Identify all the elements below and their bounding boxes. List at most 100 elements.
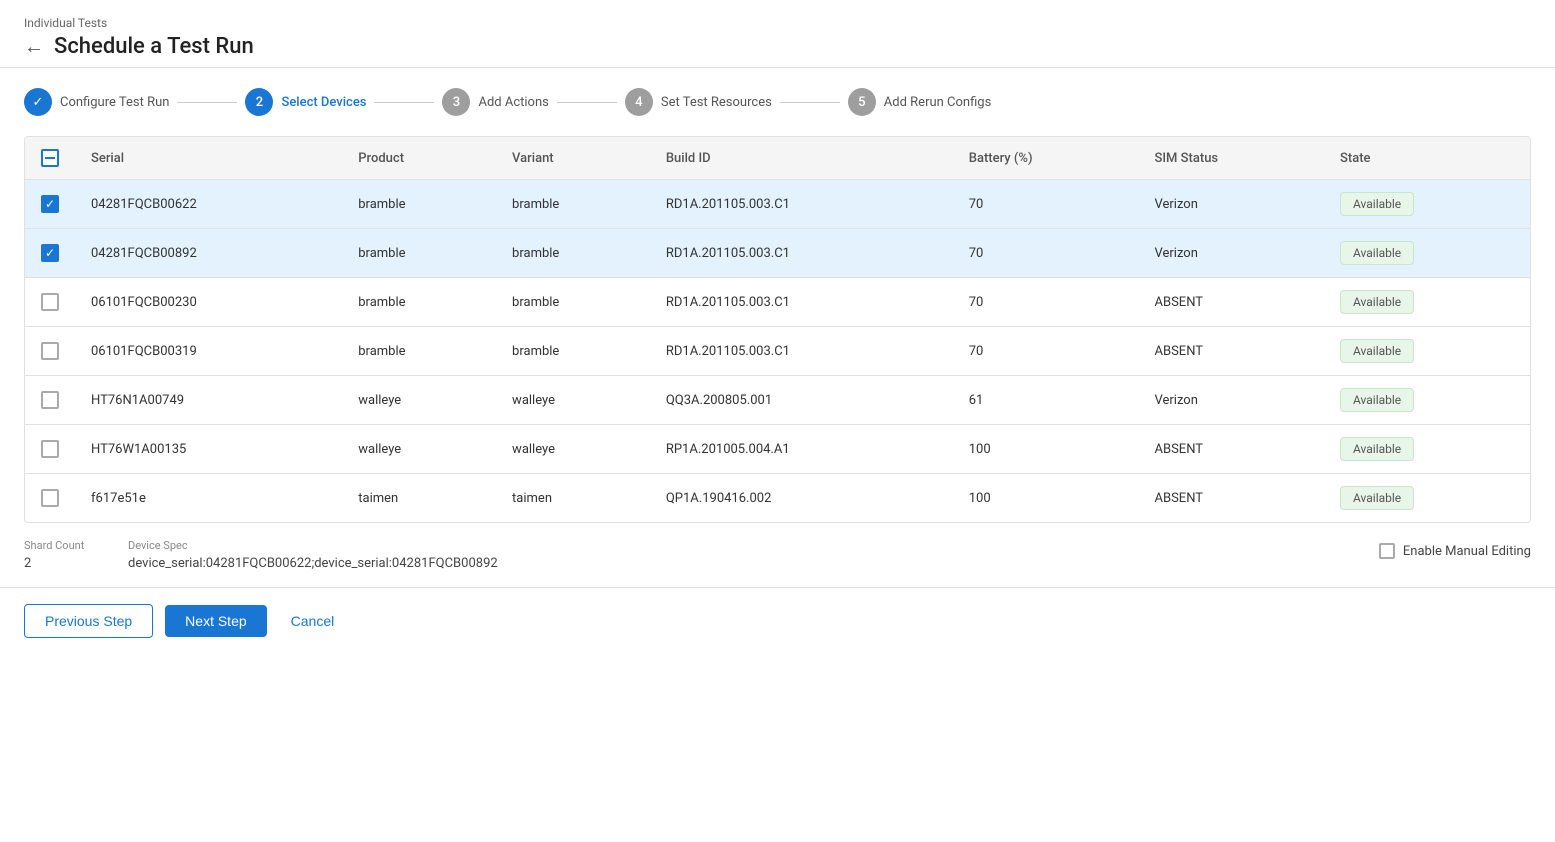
cell-1: bramble bbox=[342, 278, 496, 327]
devices-table-container: Serial Product Variant Build ID Battery … bbox=[24, 136, 1531, 523]
cell-4: 70 bbox=[953, 327, 1139, 376]
step-circle-5: 5 bbox=[848, 88, 876, 116]
cell-state: Available bbox=[1324, 278, 1530, 327]
table-row: 06101FQCB00319bramblebrambleRD1A.201105.… bbox=[25, 327, 1530, 376]
cell-4: 70 bbox=[953, 278, 1139, 327]
actions-bar: Previous Step Next Step Cancel bbox=[0, 587, 1555, 654]
cell-3: RD1A.201105.003.C1 bbox=[650, 229, 953, 278]
cell-state: Available bbox=[1324, 474, 1530, 523]
page-title: Schedule a Test Run bbox=[54, 34, 254, 59]
next-step-button[interactable]: Next Step bbox=[165, 605, 266, 637]
step-circle-1: ✓ bbox=[24, 88, 52, 116]
cell-2: bramble bbox=[496, 180, 650, 229]
enable-manual-editing-checkbox[interactable] bbox=[1379, 543, 1395, 559]
cell-2: walleye bbox=[496, 425, 650, 474]
cell-2: walleye bbox=[496, 376, 650, 425]
col-sim-status: SIM Status bbox=[1139, 137, 1325, 180]
device-spec-block: Device Spec device_serial:04281FQCB00622… bbox=[128, 539, 1531, 571]
cell-4: 70 bbox=[953, 229, 1139, 278]
enable-manual-editing-block[interactable]: Enable Manual Editing bbox=[1379, 543, 1531, 559]
cell-0: HT76N1A00749 bbox=[75, 376, 342, 425]
cell-5: ABSENT bbox=[1139, 474, 1325, 523]
table-row: 04281FQCB00622bramblebrambleRD1A.201105.… bbox=[25, 180, 1530, 229]
step-3: 3Add Actions bbox=[442, 88, 548, 116]
cell-0: f617e51e bbox=[75, 474, 342, 523]
cancel-button[interactable]: Cancel bbox=[279, 605, 347, 637]
state-badge: Available bbox=[1340, 437, 1414, 461]
shard-count-block: Shard Count 2 bbox=[24, 539, 104, 571]
cell-2: bramble bbox=[496, 327, 650, 376]
cell-2: bramble bbox=[496, 278, 650, 327]
cell-2: bramble bbox=[496, 229, 650, 278]
cell-state: Available bbox=[1324, 327, 1530, 376]
cell-3: RP1A.201005.004.A1 bbox=[650, 425, 953, 474]
cell-5: ABSENT bbox=[1139, 278, 1325, 327]
devices-table: Serial Product Variant Build ID Battery … bbox=[25, 137, 1530, 522]
col-variant: Variant bbox=[496, 137, 650, 180]
stepper: ✓Configure Test Run2Select Devices3Add A… bbox=[0, 68, 1555, 136]
cell-4: 70 bbox=[953, 180, 1139, 229]
table-header-row: Serial Product Variant Build ID Battery … bbox=[25, 137, 1530, 180]
cell-0: HT76W1A00135 bbox=[75, 425, 342, 474]
row-checkbox-3[interactable] bbox=[41, 342, 59, 360]
cell-5: Verizon bbox=[1139, 180, 1325, 229]
table-row: HT76W1A00135walleyewalleyeRP1A.201005.00… bbox=[25, 425, 1530, 474]
row-checkbox-0[interactable] bbox=[41, 195, 59, 213]
step-label-2: Select Devices bbox=[281, 95, 366, 110]
step-label-1: Configure Test Run bbox=[60, 95, 169, 110]
step-circle-3: 3 bbox=[442, 88, 470, 116]
device-spec-label: Device Spec bbox=[128, 539, 1531, 552]
cell-3: RD1A.201105.003.C1 bbox=[650, 180, 953, 229]
col-serial: Serial bbox=[75, 137, 342, 180]
cell-0: 06101FQCB00230 bbox=[75, 278, 342, 327]
back-button[interactable]: ← bbox=[24, 34, 44, 59]
table-row: 06101FQCB00230bramblebrambleRD1A.201105.… bbox=[25, 278, 1530, 327]
cell-state: Available bbox=[1324, 229, 1530, 278]
step-connector-2 bbox=[374, 102, 434, 103]
col-build-id: Build ID bbox=[650, 137, 953, 180]
row-checkbox-4[interactable] bbox=[41, 391, 59, 409]
cell-3: QP1A.190416.002 bbox=[650, 474, 953, 523]
cell-1: taimen bbox=[342, 474, 496, 523]
step-label-5: Add Rerun Configs bbox=[884, 95, 992, 110]
page-header: Individual Tests ← Schedule a Test Run bbox=[0, 0, 1555, 68]
cell-1: bramble bbox=[342, 229, 496, 278]
cell-2: taimen bbox=[496, 474, 650, 523]
cell-1: walleye bbox=[342, 376, 496, 425]
step-connector-1 bbox=[177, 102, 237, 103]
cell-1: bramble bbox=[342, 327, 496, 376]
table-row: HT76N1A00749walleyewalleyeQQ3A.200805.00… bbox=[25, 376, 1530, 425]
row-checkbox-2[interactable] bbox=[41, 293, 59, 311]
cell-5: Verizon bbox=[1139, 229, 1325, 278]
cell-5: Verizon bbox=[1139, 376, 1325, 425]
col-product: Product bbox=[342, 137, 496, 180]
step-label-4: Set Test Resources bbox=[661, 95, 772, 110]
cell-5: ABSENT bbox=[1139, 327, 1325, 376]
cell-state: Available bbox=[1324, 180, 1530, 229]
cell-5: ABSENT bbox=[1139, 425, 1325, 474]
row-checkbox-6[interactable] bbox=[41, 489, 59, 507]
cell-state: Available bbox=[1324, 425, 1530, 474]
row-checkbox-5[interactable] bbox=[41, 440, 59, 458]
step-5: 5 Add Rerun Configs bbox=[848, 88, 992, 116]
select-all-checkbox[interactable] bbox=[41, 149, 59, 167]
bottom-section: Shard Count 2 Device Spec device_serial:… bbox=[0, 523, 1555, 587]
step-1: ✓ Configure Test Run bbox=[24, 88, 169, 116]
state-badge: Available bbox=[1340, 388, 1414, 412]
table-row: 04281FQCB00892bramblebrambleRD1A.201105.… bbox=[25, 229, 1530, 278]
state-badge: Available bbox=[1340, 290, 1414, 314]
cell-0: 04281FQCB00622 bbox=[75, 180, 342, 229]
cell-0: 04281FQCB00892 bbox=[75, 229, 342, 278]
shard-count-label: Shard Count bbox=[24, 539, 104, 552]
cell-3: RD1A.201105.003.C1 bbox=[650, 327, 953, 376]
cell-4: 61 bbox=[953, 376, 1139, 425]
state-badge: Available bbox=[1340, 241, 1414, 265]
table-row: f617e51etaimentaimenQP1A.190416.002100AB… bbox=[25, 474, 1530, 523]
step-4: 4Set Test Resources bbox=[625, 88, 772, 116]
state-badge: Available bbox=[1340, 339, 1414, 363]
row-checkbox-1[interactable] bbox=[41, 244, 59, 262]
breadcrumb: Individual Tests bbox=[24, 16, 1531, 30]
step-connector-4 bbox=[780, 102, 840, 103]
previous-step-button[interactable]: Previous Step bbox=[24, 604, 153, 638]
cell-state: Available bbox=[1324, 376, 1530, 425]
